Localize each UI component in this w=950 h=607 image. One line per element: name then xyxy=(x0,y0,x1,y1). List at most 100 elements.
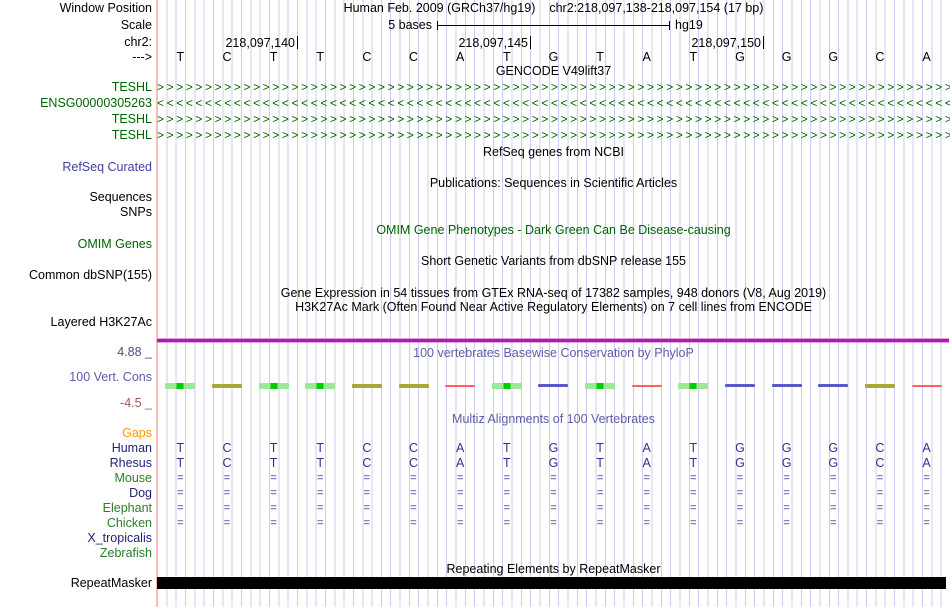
scale-bar xyxy=(437,21,670,30)
chrom-label: chr2: xyxy=(124,35,152,49)
species-label-human[interactable]: Human xyxy=(0,441,152,456)
base-letter: A xyxy=(922,50,931,64)
track-label-sequences[interactable]: Sequences xyxy=(0,190,152,205)
window-position-row: Window Position Human Feb. 2009 (GRCh37/… xyxy=(0,1,950,16)
species-label-chicken[interactable]: Chicken xyxy=(0,516,152,531)
alignment-gap-mark: = xyxy=(783,487,790,499)
species-label-rhesus[interactable]: Rhesus xyxy=(0,456,152,471)
track-title-dbsnp[interactable]: Short Genetic Variants from dbSNP releas… xyxy=(157,254,950,269)
alignment-gap-mark: = xyxy=(596,487,604,499)
base-sequence-row: ---> T C T T C C A T G T A T G G G C A xyxy=(0,50,950,65)
repeatmasker-element-bar[interactable] xyxy=(157,577,946,589)
alignment-gap-mark: = xyxy=(223,472,231,484)
alignment-row-mouse[interactable]: Mouse = = = = = = = = = = = = = = = = = xyxy=(0,471,950,486)
species-label-x-tropicalis[interactable]: X_tropicalis xyxy=(0,531,152,546)
alignment-gap-mark: = xyxy=(876,502,884,514)
phylop-mark xyxy=(670,381,717,390)
track-label-100-vert-cons[interactable]: 100 Vert. Cons xyxy=(0,370,152,385)
track-title-multiz[interactable]: Multiz Alignments of 100 Vertebrates xyxy=(157,412,950,427)
gene-label[interactable]: ENSG00000305263 xyxy=(0,96,152,111)
alignment-gap-mark: = xyxy=(410,487,417,499)
gene-label[interactable]: TESHL xyxy=(0,128,152,143)
species-label-elephant[interactable]: Elephant xyxy=(0,501,152,516)
alignment-gap-mark: = xyxy=(550,517,557,529)
track-title-omim[interactable]: OMIM Gene Phenotypes - Dark Green Can Be… xyxy=(157,223,950,238)
gene-strand-arrows[interactable]: >>>>>>>>>>>>>>>>>>>>>>>>>>>>>>>>>>>>>>>>… xyxy=(157,80,950,95)
alignment-gap-mark: = xyxy=(456,487,464,499)
alignment-gap-mark: = xyxy=(503,472,511,484)
track-title-h3k27ac[interactable]: H3K27Ac Mark (Often Found Near Active Re… xyxy=(157,300,950,315)
phylop-mark xyxy=(297,381,344,390)
base-letter: T xyxy=(176,50,185,64)
alignment-gap-mark: = xyxy=(177,517,184,529)
base-letter: T xyxy=(316,50,325,64)
gtex-dense-bar[interactable] xyxy=(157,338,949,343)
base-letter: T xyxy=(269,50,278,64)
track-title-publications[interactable]: Publications: Sequences in Scientific Ar… xyxy=(157,176,950,191)
alignment-gap-mark: = xyxy=(363,517,371,529)
alignment-row-human[interactable]: Human T C T T C C A T G T A T G G G C A xyxy=(0,441,950,456)
alignment-gap-mark: = xyxy=(736,502,744,514)
alignment-row-dog[interactable]: Dog = = = = = = = = = = = = = = = = = xyxy=(0,486,950,501)
gene-strand-arrows[interactable]: >>>>>>>>>>>>>>>>>>>>>>>>>>>>>>>>>>>>>>>>… xyxy=(157,128,950,143)
track-label-repeatmasker[interactable]: RepeatMasker xyxy=(0,576,152,591)
alignment-base: G xyxy=(735,441,745,455)
track-label-common-dbsnp[interactable]: Common dbSNP(155) xyxy=(0,268,152,283)
alignment-base: A xyxy=(455,456,465,470)
alignment-gap-mark: = xyxy=(736,472,744,484)
phylop-mark xyxy=(577,381,624,390)
gene-strand-arrows[interactable]: >>>>>>>>>>>>>>>>>>>>>>>>>>>>>>>>>>>>>>>>… xyxy=(157,112,950,127)
alignment-gap-mark: = xyxy=(830,517,837,529)
gene-row[interactable]: ENSG00000305263 <<<<<<<<<<<<<<<<<<<<<<<<… xyxy=(0,96,950,111)
alignment-base: C xyxy=(222,441,232,455)
alignment-gap-mark: = xyxy=(270,472,277,484)
gene-row[interactable]: TESHL >>>>>>>>>>>>>>>>>>>>>>>>>>>>>>>>>>… xyxy=(0,128,950,143)
phylop-mark xyxy=(483,381,530,390)
phylop-mark xyxy=(623,381,670,390)
alignment-gap-mark: = xyxy=(643,502,650,514)
track-label-refseq-curated[interactable]: RefSeq Curated xyxy=(0,160,152,175)
track-title-gencode[interactable]: GENCODE V49lift37 xyxy=(157,64,950,79)
phylop-mark xyxy=(390,381,437,390)
phylop-mark xyxy=(810,381,857,390)
alignment-base: G xyxy=(828,441,839,455)
gene-label[interactable]: TESHL xyxy=(0,80,152,95)
species-label-gaps[interactable]: Gaps xyxy=(0,426,152,441)
phylop-mark xyxy=(857,381,904,390)
coordinate-tick: 218,097,145 xyxy=(328,36,531,50)
alignment-gap-mark: = xyxy=(363,487,371,499)
alignment-row-rhesus[interactable]: Rhesus T C T T C C A T G T A T G G G C A xyxy=(0,456,950,471)
track-title-gtex[interactable]: Gene Expression in 54 tissues from GTEx … xyxy=(157,286,950,301)
gene-label[interactable]: TESHL xyxy=(0,112,152,127)
alignment-base: C xyxy=(222,456,232,470)
alignment-gap-mark: = xyxy=(876,517,884,529)
window-position-label: Window Position xyxy=(59,1,152,15)
phylop-wiggle[interactable] xyxy=(157,381,950,390)
track-title-refseq[interactable]: RefSeq genes from NCBI xyxy=(157,145,950,160)
alignment-row-elephant[interactable]: Elephant = = = = = = = = = = = = = = = = = xyxy=(0,501,950,516)
alignment-gap-mark: = xyxy=(177,502,184,514)
alignment-gap-mark: = xyxy=(690,487,697,499)
alignment-row-chicken[interactable]: Chicken = = = = = = = = = = = = = = = = = xyxy=(0,516,950,531)
track-label-layered-h3k27ac[interactable]: Layered H3K27Ac xyxy=(0,315,152,330)
alignment-base: C xyxy=(875,456,885,470)
species-label-dog[interactable]: Dog xyxy=(0,486,152,501)
genome-browser-image: Window Position Human Feb. 2009 (GRCh37/… xyxy=(0,0,950,607)
track-title-conservation[interactable]: 100 vertebrates Basewise Conservation by… xyxy=(157,346,950,361)
alignment-gap-mark: = xyxy=(596,502,604,514)
gene-strand-arrows[interactable]: <<<<<<<<<<<<<<<<<<<<<<<<<<<<<<<<<<<<<<<<… xyxy=(157,96,950,111)
track-label-snps[interactable]: SNPs xyxy=(0,205,152,220)
alignment-gap-mark: = xyxy=(456,517,464,529)
phylop-mark xyxy=(530,381,577,390)
phylop-mark xyxy=(763,381,810,390)
base-letter: G xyxy=(735,50,745,64)
conservation-min-value: -4.5 _ xyxy=(120,396,152,410)
gene-row[interactable]: TESHL >>>>>>>>>>>>>>>>>>>>>>>>>>>>>>>>>>… xyxy=(0,112,950,127)
base-letter: T xyxy=(689,50,698,64)
species-label-mouse[interactable]: Mouse xyxy=(0,471,152,486)
track-title-repeatmasker[interactable]: Repeating Elements by RepeatMasker xyxy=(157,562,950,577)
species-label-zebrafish[interactable]: Zebrafish xyxy=(0,546,152,561)
track-label-omim-genes[interactable]: OMIM Genes xyxy=(0,237,152,252)
gene-row[interactable]: TESHL >>>>>>>>>>>>>>>>>>>>>>>>>>>>>>>>>>… xyxy=(0,80,950,95)
alignment-gap-mark: = xyxy=(223,517,231,529)
